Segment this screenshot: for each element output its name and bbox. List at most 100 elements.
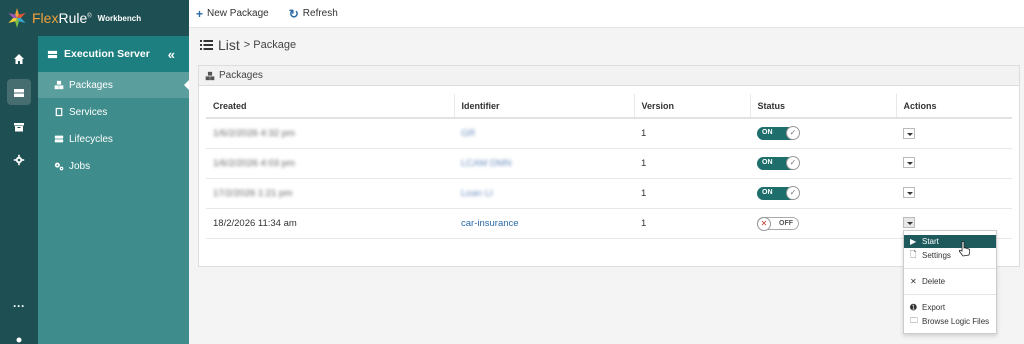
plus-icon: + (196, 6, 204, 21)
sidebar-header: Execution Server « (38, 36, 189, 72)
cogs-icon (54, 162, 64, 171)
identifier-link[interactable]: car-insurance (454, 208, 634, 239)
status-cell: ✕ OFF (750, 208, 896, 239)
menu-item-label: Start (922, 237, 939, 246)
created-cell: 1/6/2/2026 4:03 pm (206, 148, 454, 179)
actions-dropdown-button[interactable] (903, 157, 915, 169)
created-cell: 17/2/2026 1:21 pm (206, 178, 454, 209)
sidebar-item-label: Lifecycles (69, 133, 113, 145)
table-row: 17/2/2026 1:21 pm Loan LI 1 ON ✓ (206, 178, 1012, 209)
status-toggle[interactable]: ON ✓ (757, 125, 800, 140)
actions-cell (896, 178, 1012, 209)
cubes-icon (54, 80, 64, 90)
actions-dropdown-button[interactable] (903, 187, 915, 199)
table-row: 1/6/2/2026 4:03 pm LCAM DMN 1 ON ✓ (206, 148, 1012, 179)
menu-item-label: Export (922, 303, 946, 312)
breadcrumb: > Package (243, 39, 297, 51)
user-icon[interactable] (0, 328, 38, 344)
column-header-status[interactable]: Status (750, 94, 897, 119)
column-header-actions: Actions (896, 94, 1012, 119)
check-icon: ✓ (786, 185, 800, 200)
more-icon[interactable]: ··· (0, 292, 38, 320)
close-icon: ✕ (910, 277, 917, 286)
sidebar-item-services[interactable]: Services (38, 99, 189, 125)
column-header-identifier[interactable]: Identifier (454, 94, 635, 119)
menu-item-label: Delete (922, 277, 946, 286)
menu-item-settings[interactable]: 🗋 Settings (904, 249, 996, 262)
packages-table: Created Identifier Version Status Action… (206, 94, 1012, 239)
refresh-label: Refresh (302, 8, 338, 19)
export-icon: ➊ (910, 303, 917, 312)
sidebar: Execution Server « Packages Services Lif… (38, 36, 189, 344)
version-cell: 1 (634, 208, 750, 239)
sidebar-item-label: Jobs (69, 160, 91, 172)
menu-item-delete[interactable]: ✕ Delete (904, 275, 996, 288)
collapse-sidebar-button[interactable]: « (168, 47, 175, 62)
status-toggle[interactable]: ✕ OFF (757, 216, 799, 231)
home-icon[interactable] (0, 45, 38, 73)
sidebar-title: Execution Server (64, 48, 150, 60)
status-toggle[interactable]: ON ✓ (757, 185, 800, 200)
page-title-text: List (218, 37, 240, 53)
close-icon: ✕ (757, 216, 771, 231)
refresh-button[interactable]: ↻ Refresh (289, 7, 338, 21)
sidebar-item-label: Services (69, 106, 108, 118)
version-cell: 1 (634, 178, 750, 209)
status-toggle[interactable]: ON ✓ (757, 155, 800, 170)
menu-item-label: Browse Logic Files (922, 317, 990, 326)
flexrule-logo-icon (6, 7, 28, 29)
identifier-link[interactable]: Loan LI (454, 178, 634, 209)
file-icon: 🗋 (910, 249, 917, 259)
panel-title: Packages (219, 70, 263, 81)
actions-cell (896, 118, 1012, 149)
identifier-link[interactable]: LCAM DMN (454, 148, 634, 179)
server-icon[interactable] (0, 79, 38, 107)
column-header-version[interactable]: Version (634, 94, 751, 119)
created-cell: 18/2/2026 11:34 am (206, 208, 454, 239)
book-icon (55, 107, 63, 117)
actions-cell (896, 148, 1012, 179)
check-icon: ✓ (786, 155, 800, 170)
panel-header: Packages (199, 66, 1019, 86)
column-header-created[interactable]: Created (206, 94, 455, 119)
folder-icon: 🗀 (910, 315, 918, 325)
brand-name: FlexRule® (32, 10, 92, 26)
list-icon (200, 40, 213, 50)
menu-item-start[interactable]: ▶ Start (904, 235, 996, 248)
table-row: 18/2/2026 11:34 am car-insurance 1 ✕ OFF (206, 208, 1012, 239)
archive-icon[interactable] (0, 113, 38, 141)
status-cell: ON ✓ (750, 118, 896, 149)
new-package-label: New Package (207, 8, 269, 19)
actions-menu: ▶ Start 🗋 Settings ✕ Delete ➊ Export 🗀 B… (903, 230, 997, 334)
menu-item-export[interactable]: ➊ Export (904, 301, 996, 314)
actions-dropdown-button[interactable] (903, 127, 915, 139)
gear-icon[interactable] (0, 146, 38, 174)
menu-item-label: Settings (922, 251, 951, 260)
hand-cursor-icon (958, 241, 970, 257)
menu-divider (904, 294, 996, 295)
refresh-icon: ↻ (288, 6, 299, 21)
page-title: List > Package (200, 37, 296, 53)
sidebar-item-label: Packages (69, 79, 113, 91)
version-cell: 1 (634, 148, 750, 179)
actions-dropdown-button[interactable] (903, 217, 915, 229)
toolbar: + New Package ↻ Refresh (189, 0, 1024, 28)
sidebar-item-lifecycles[interactable]: Lifecycles (38, 126, 189, 152)
table-row: 1/6/2/2026 4:32 pm GR 1 ON ✓ (206, 118, 1012, 149)
server-icon (47, 50, 58, 58)
created-cell: 1/6/2/2026 4:32 pm (206, 118, 454, 149)
sidebar-item-packages[interactable]: Packages (38, 72, 189, 98)
version-cell: 1 (634, 118, 750, 149)
menu-item-browse-logic-files[interactable]: 🗀 Browse Logic Files (904, 315, 996, 328)
sidebar-item-jobs[interactable]: Jobs (38, 153, 189, 179)
packages-panel: Packages Created Identifier Version Stat… (198, 65, 1020, 267)
menu-divider (904, 268, 996, 269)
check-icon: ✓ (786, 125, 800, 140)
table-header-row: Created Identifier Version Status Action… (206, 94, 1012, 119)
identifier-link[interactable]: GR (454, 118, 634, 149)
cubes-icon (205, 71, 215, 80)
brand-bar: FlexRule® Workbench (0, 0, 189, 36)
server-icon (54, 135, 64, 143)
new-package-button[interactable]: + New Package (196, 7, 269, 21)
status-cell: ON ✓ (750, 178, 896, 209)
